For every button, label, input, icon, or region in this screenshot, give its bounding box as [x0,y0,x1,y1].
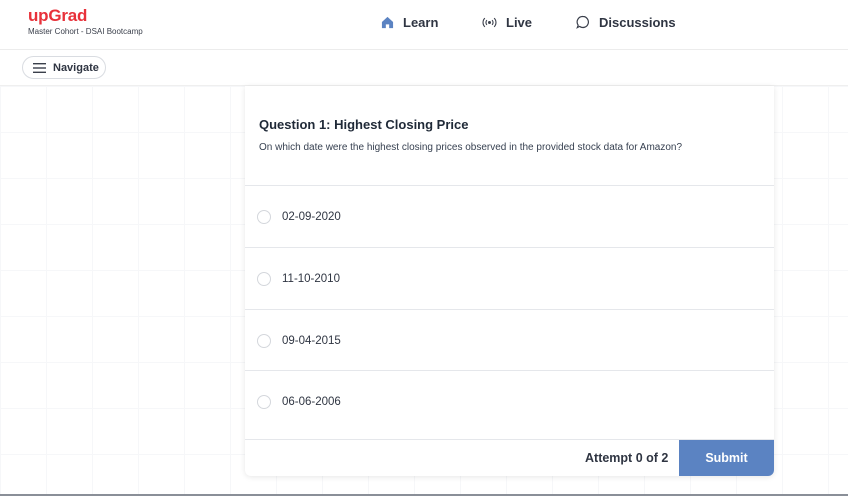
attempt-counter: Attempt 0 of 2 [585,451,669,465]
top-header: upGrad Master Cohort - DSAI Bootcamp Lea… [0,0,848,50]
nav-learn[interactable]: Learn [381,14,438,30]
option-label: 02-09-2020 [282,210,341,223]
nav-learn-label: Learn [403,14,439,30]
radio-button[interactable] [257,394,271,409]
answer-option-3[interactable]: 09-04-2015 [245,309,774,371]
nav-live-label: Live [506,14,533,30]
radio-button[interactable] [257,333,271,348]
window-bottom-border [0,494,848,496]
answer-option-2[interactable]: 11-10-2010 [245,247,774,309]
radio-button[interactable] [257,271,271,286]
hamburger-menu-icon [33,62,46,73]
question-title: Question 1: Highest Closing Price [259,117,469,132]
navigate-button[interactable]: Navigate [22,56,106,79]
nav-discussions[interactable]: Discussions [576,14,676,30]
option-label: 11-10-2010 [282,272,340,285]
option-label: 09-04-2015 [282,334,341,347]
question-card: Question 1: Highest Closing Price On whi… [245,86,774,476]
brand-logo[interactable]: upGrad Master Cohort - DSAI Bootcamp [28,6,143,37]
brand-name: upGrad [28,6,88,25]
nav-discussions-label: Discussions [599,14,676,30]
broadcast-icon [482,17,497,27]
navigate-label: Navigate [53,61,99,74]
chat-bubble-icon [576,15,589,29]
answer-option-1[interactable]: 02-09-2020 [245,185,774,247]
submit-button[interactable]: Submit [679,440,774,476]
answer-option-4[interactable]: 06-06-2006 [245,370,774,432]
question-text: On which date were the highest closing p… [259,142,683,153]
cohort-subtitle: Master Cohort - DSAI Bootcamp [28,27,143,36]
nav-live[interactable]: Live [482,14,532,30]
home-icon [381,16,394,28]
radio-button[interactable] [257,209,271,224]
option-label: 06-06-2006 [282,395,341,408]
